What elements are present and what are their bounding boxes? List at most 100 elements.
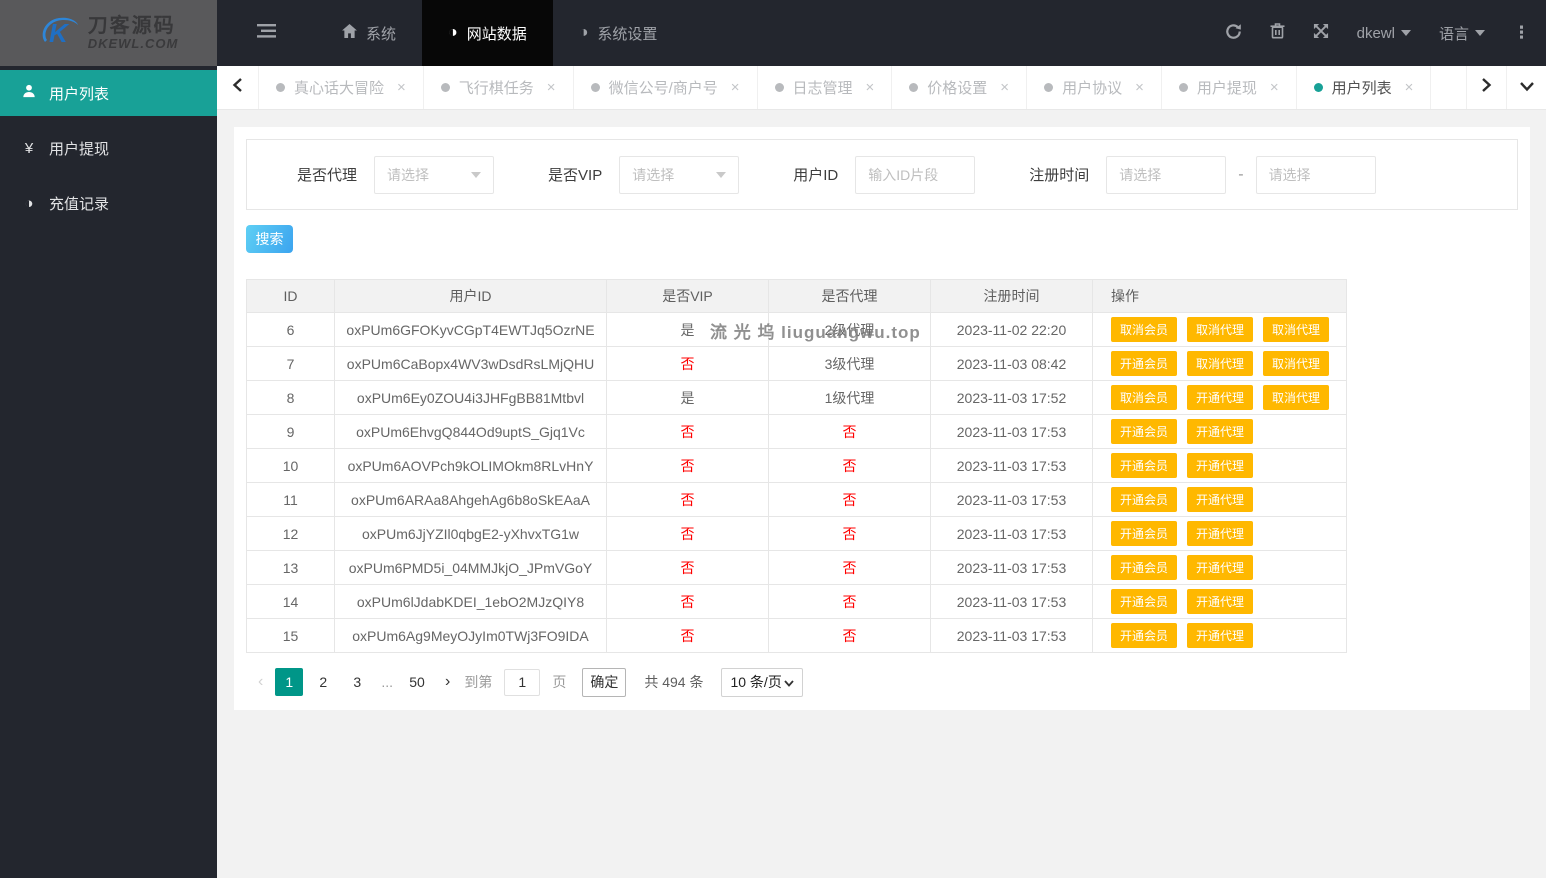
action-button[interactable]: 开通会员 bbox=[1111, 487, 1178, 512]
tab-item[interactable]: 用户列表 × bbox=[1297, 66, 1432, 109]
sidebar-item-user-list[interactable]: 用户列表 bbox=[0, 70, 217, 116]
tab-item[interactable]: 微信公号/商户号 × bbox=[574, 66, 758, 109]
action-button[interactable]: 开通代理 bbox=[1187, 589, 1254, 614]
adjust-icon: ◑ bbox=[578, 24, 589, 41]
sidebar-item-label: 充值记录 bbox=[49, 195, 110, 213]
action-button[interactable]: 开通代理 bbox=[1187, 623, 1254, 648]
table-row: 13 oxPUm6PMD5i_04MMJkjO_JPmVGoY 否否 2023-11-… bbox=[246, 550, 1347, 585]
tab-item[interactable]: 价格设置 × bbox=[892, 66, 1028, 109]
tab-item[interactable]: 飞行棋任务 × bbox=[424, 66, 574, 109]
action-button[interactable]: 开通会员 bbox=[1111, 453, 1178, 478]
action-button[interactable]: 取消代理 bbox=[1187, 351, 1254, 376]
caret-down-icon bbox=[471, 171, 482, 178]
agent-select[interactable]: 请选择 bbox=[374, 155, 495, 194]
app-header: K 刀客源码 DKEWL.COM 系统 ◑ 网站数据 ◑ 系统设置 dkewl … bbox=[0, 0, 1546, 66]
page-number[interactable]: 2 bbox=[309, 668, 337, 696]
tab-close-icon[interactable]: × bbox=[1270, 79, 1279, 96]
action-button[interactable]: 开通代理 bbox=[1187, 487, 1254, 512]
sidebar-toggle-button[interactable] bbox=[217, 0, 316, 66]
sidebar-item-recharge-records[interactable]: ◑ 充值记录 bbox=[0, 180, 217, 226]
refresh-button[interactable] bbox=[1225, 23, 1242, 44]
action-button[interactable]: 取消代理 bbox=[1263, 317, 1330, 342]
page-next-button[interactable]: › bbox=[445, 673, 450, 691]
tab-close-icon[interactable]: × bbox=[547, 79, 556, 96]
page-prev-button[interactable]: ‹ bbox=[258, 673, 263, 691]
action-button[interactable]: 开通会员 bbox=[1111, 555, 1178, 580]
action-button[interactable]: 取消代理 bbox=[1187, 317, 1254, 342]
language-menu[interactable]: 语言 bbox=[1439, 23, 1485, 44]
tabs-scroll-right-button[interactable] bbox=[1466, 66, 1506, 109]
cell-vip: 是 bbox=[606, 380, 769, 415]
cell-reg-time: 2023-11-03 17:53 bbox=[930, 550, 1093, 585]
tabs-scroll-left-button[interactable] bbox=[217, 66, 259, 109]
page-size-value: 10 条/页 bbox=[730, 674, 782, 690]
tab-close-icon[interactable]: × bbox=[1135, 79, 1144, 96]
nav-item-system-settings[interactable]: ◑ 系统设置 bbox=[553, 0, 684, 66]
page-size-select[interactable]: 10 条/页 bbox=[721, 667, 804, 697]
tab-close-icon[interactable]: × bbox=[866, 79, 875, 96]
regtime-from-select[interactable]: 请选择 bbox=[1106, 155, 1227, 194]
action-button[interactable]: 开通代理 bbox=[1187, 453, 1254, 478]
table-row: 12 oxPUm6JjYZIl0qbgE2-yXhvxTG1w 否否 2023-11-… bbox=[246, 516, 1347, 551]
users-table: ID 用户ID 是否VIP 是否代理 注册时间 操作 6 oxPUm6GFOKyvCGpT4… bbox=[246, 279, 1347, 653]
cell-agent: 3级代理 bbox=[768, 346, 931, 381]
cell-id: 7 bbox=[246, 346, 335, 381]
action-button[interactable]: 取消代理 bbox=[1263, 385, 1330, 410]
page-number[interactable]: 1 bbox=[275, 668, 304, 696]
action-button[interactable]: 开通会员 bbox=[1111, 419, 1178, 444]
filter-vip: 是否VIP 请选择 bbox=[548, 155, 740, 194]
clear-cache-button[interactable] bbox=[1270, 23, 1285, 43]
action-button[interactable]: 开通代理 bbox=[1187, 419, 1254, 444]
action-button[interactable]: 开通代理 bbox=[1187, 385, 1254, 410]
more-menu-button[interactable]: ⋮ bbox=[1513, 23, 1530, 43]
tab-close-icon[interactable]: × bbox=[397, 79, 406, 96]
cell-id: 11 bbox=[246, 482, 335, 517]
tab-item[interactable]: 真心话大冒险 × bbox=[259, 66, 424, 109]
goto-page-input[interactable] bbox=[504, 668, 541, 696]
vip-select[interactable]: 请选择 bbox=[619, 155, 740, 194]
cell-id: 12 bbox=[246, 516, 335, 551]
tab-item[interactable]: 用户协议 × bbox=[1027, 66, 1162, 109]
column-header: 是否代理 bbox=[768, 279, 931, 313]
action-button[interactable]: 开通会员 bbox=[1111, 623, 1178, 648]
confirm-button[interactable]: 确定 bbox=[582, 667, 627, 697]
page-number[interactable]: 3 bbox=[343, 668, 371, 696]
tab-status-dot bbox=[276, 83, 285, 92]
tabs-menu-button[interactable] bbox=[1506, 66, 1546, 109]
cell-user-id: oxPUm6Ey0ZOU4i3JHFgBB81Mtbvl bbox=[334, 380, 607, 415]
tab-close-icon[interactable]: × bbox=[1000, 79, 1009, 96]
action-button[interactable]: 取消代理 bbox=[1263, 351, 1330, 376]
action-button[interactable]: 开通会员 bbox=[1111, 521, 1178, 546]
tab-item[interactable]: 用户提现 × bbox=[1162, 66, 1297, 109]
search-button[interactable]: 搜索 bbox=[246, 225, 293, 253]
regtime-to-value: 请选择 bbox=[1268, 166, 1311, 183]
tab-close-icon[interactable]: × bbox=[731, 79, 740, 96]
filter-user-id: 用户ID bbox=[793, 155, 976, 194]
cell-reg-time: 2023-11-03 17:53 bbox=[930, 618, 1093, 653]
action-button[interactable]: 开通会员 bbox=[1111, 351, 1178, 376]
tab-item[interactable]: 日志管理 × bbox=[758, 66, 893, 109]
table-row: 14 oxPUm6lJdabKDEI_1ebO2MJzQIY8 否否 2023-11-… bbox=[246, 584, 1347, 619]
regtime-to-select[interactable]: 请选择 bbox=[1255, 155, 1376, 194]
filter-reg-time-label: 注册时间 bbox=[1029, 167, 1090, 184]
user-id-input[interactable] bbox=[855, 155, 976, 194]
action-button[interactable]: 开通会员 bbox=[1111, 589, 1178, 614]
page-number[interactable]: 50 bbox=[403, 668, 431, 696]
action-button[interactable]: 取消会员 bbox=[1111, 385, 1178, 410]
action-button[interactable]: 开通代理 bbox=[1187, 555, 1254, 580]
user-menu[interactable]: dkewl bbox=[1357, 25, 1411, 42]
column-header: 操作 bbox=[1092, 279, 1347, 313]
fullscreen-button[interactable] bbox=[1313, 23, 1329, 43]
pagination-bar: ‹ 123... 50 › 到第 页 确定 共 494 条 10 条/页 bbox=[246, 662, 1518, 702]
action-button[interactable]: 开通代理 bbox=[1187, 521, 1254, 546]
sidebar-item-user-withdraw[interactable]: ¥ 用户提现 bbox=[0, 125, 217, 171]
nav-item-system[interactable]: 系统 bbox=[316, 0, 422, 66]
action-button[interactable]: 取消会员 bbox=[1111, 317, 1178, 342]
cell-actions: 取消会员 取消代理 取消代理 bbox=[1092, 312, 1347, 347]
cell-user-id: oxPUm6JjYZIl0qbgE2-yXhvxTG1w bbox=[334, 516, 607, 551]
cell-vip: 是 bbox=[606, 312, 769, 347]
tab-close-icon[interactable]: × bbox=[1405, 79, 1414, 96]
cell-agent: 否 bbox=[768, 448, 931, 483]
cell-reg-time: 2023-11-02 22:20 bbox=[930, 312, 1093, 347]
nav-item-site-data[interactable]: ◑ 网站数据 bbox=[422, 0, 553, 66]
